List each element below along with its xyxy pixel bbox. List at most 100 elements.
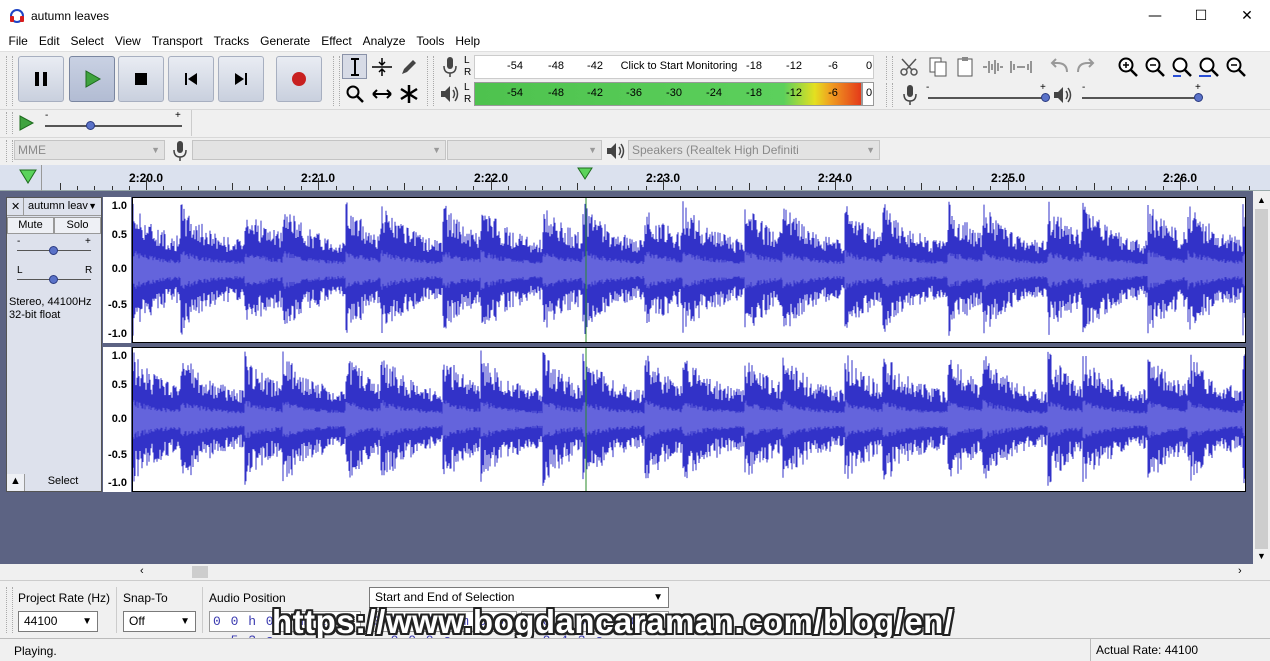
pause-button[interactable] — [18, 56, 64, 102]
track-info: Stereo, 44100Hz 32-bit float — [9, 296, 92, 321]
cut-button[interactable] — [897, 54, 922, 79]
scroll-down-icon[interactable]: ▼ — [1257, 551, 1266, 561]
track-control-panel[interactable]: ✕ autumn leav ▼ Mute Solo - + L R Stereo… — [6, 197, 102, 492]
menu-tools[interactable]: Tools — [411, 34, 450, 48]
microphone-icon — [442, 56, 457, 77]
horizontal-scrollbar[interactable]: ‹ › — [132, 564, 1253, 580]
zoom-tool[interactable] — [342, 81, 367, 106]
zoom-toggle-button[interactable] — [1223, 54, 1248, 79]
mixer-grip[interactable] — [886, 83, 893, 107]
draw-tool[interactable] — [396, 54, 421, 79]
ruler-tick — [507, 186, 509, 190]
menu-effect[interactable]: Effect — [316, 34, 357, 48]
multi-tool[interactable] — [396, 81, 421, 106]
recording-volume-thumb[interactable] — [1041, 93, 1050, 102]
play-speed-grip[interactable] — [6, 112, 13, 134]
paste-button[interactable] — [952, 54, 977, 79]
vertical-scrollbar[interactable]: ▲ ▼ — [1253, 191, 1270, 564]
ruler-tick — [766, 186, 768, 190]
recording-volume-icon-button — [897, 82, 922, 107]
time-shift-tool[interactable] — [369, 81, 394, 106]
zoom-in-button[interactable] — [1115, 54, 1140, 79]
copy-button[interactable] — [925, 54, 950, 79]
timeline-ruler[interactable]: 2:20.0 2:21.0 2:22.0 2:23.0 2:24.0 2:25.… — [0, 165, 1270, 191]
snap-to-select[interactable]: Off ▼ — [123, 611, 196, 632]
playback-device-select[interactable]: Speakers (Realtek High Definiti ▼ — [628, 140, 880, 160]
menu-edit[interactable]: Edit — [33, 34, 65, 48]
recording-volume-slider[interactable] — [928, 97, 1046, 99]
meter-grip[interactable] — [427, 56, 434, 106]
play-meter-button[interactable] — [437, 81, 462, 106]
waveform-left-channel[interactable] — [132, 197, 1246, 343]
ruler-tick — [1076, 186, 1078, 190]
record-meter-button[interactable] — [437, 54, 462, 79]
play-at-speed-button[interactable] — [13, 110, 38, 135]
silence-button[interactable] — [1008, 54, 1033, 79]
fit-project-button[interactable] — [1196, 54, 1221, 79]
zoom-out-button[interactable] — [1142, 54, 1167, 79]
play-button[interactable] — [69, 56, 115, 102]
status-bar: Playing. Actual Rate: 44100 — [0, 638, 1270, 661]
trim-button[interactable] — [980, 54, 1005, 79]
selection-grip[interactable] — [6, 587, 13, 633]
selection-tool[interactable] — [342, 54, 367, 79]
undo-button[interactable] — [1046, 54, 1071, 79]
menu-help[interactable]: Help — [450, 34, 486, 48]
project-rate-select[interactable]: 44100 ▼ — [18, 611, 98, 632]
maximize-button[interactable]: ☐ — [1178, 0, 1224, 31]
menu-file[interactable]: File — [3, 34, 33, 48]
minimize-button[interactable]: — — [1132, 0, 1178, 31]
toolbar-grip[interactable] — [6, 56, 13, 106]
ruler-tick — [1248, 186, 1250, 190]
ruler-tick — [990, 186, 992, 190]
play-speed-thumb[interactable] — [86, 121, 95, 130]
menu-select[interactable]: Select — [65, 34, 109, 48]
skip-to-start-button[interactable] — [168, 56, 214, 102]
horizontal-scroll-thumb[interactable] — [192, 566, 208, 578]
solo-button[interactable]: Solo — [54, 217, 101, 234]
ruler-tick — [697, 186, 699, 190]
scroll-left-icon[interactable]: ‹ — [140, 565, 144, 577]
track-close-button[interactable]: ✕ — [11, 200, 20, 213]
scroll-up-icon[interactable]: ▲ — [1257, 195, 1266, 205]
ruler-tick — [490, 178, 492, 190]
scroll-right-icon[interactable]: › — [1238, 565, 1242, 577]
mute-button[interactable]: Mute — [7, 217, 54, 234]
menu-tracks[interactable]: Tracks — [208, 34, 255, 48]
ruler-tick — [1042, 186, 1043, 190]
double-arrow-icon — [371, 88, 392, 99]
ruler-tick — [352, 186, 354, 190]
menu-analyze[interactable]: Analyze — [357, 34, 411, 48]
select-track-button[interactable]: Select — [25, 474, 101, 491]
waveform-right-channel[interactable] — [132, 347, 1246, 492]
skip-to-end-button[interactable] — [218, 56, 264, 102]
fit-selection-button[interactable] — [1169, 54, 1194, 79]
menu-transport[interactable]: Transport — [146, 34, 208, 48]
device-grip[interactable] — [6, 140, 13, 162]
menu-generate[interactable]: Generate — [255, 34, 316, 48]
chevron-down-icon: ▼ — [588, 145, 597, 155]
envelope-tool[interactable] — [369, 54, 394, 79]
magnifier-icon — [346, 85, 364, 103]
track-name-menu[interactable]: autumn leav ▼ — [23, 198, 99, 215]
playback-volume-slider[interactable] — [1082, 97, 1200, 99]
recording-channels-select[interactable]: ▼ — [447, 140, 602, 160]
stop-button[interactable] — [118, 56, 164, 102]
vertical-scroll-thumb[interactable] — [1255, 209, 1268, 549]
menu-view[interactable]: View — [109, 34, 146, 48]
pan-thumb[interactable] — [49, 275, 58, 284]
record-button[interactable] — [276, 56, 322, 102]
ruler-tick — [214, 186, 216, 190]
gain-thumb[interactable] — [49, 246, 58, 255]
close-button[interactable]: ✕ — [1224, 0, 1270, 31]
recording-device-select[interactable]: ▼ — [192, 140, 446, 160]
play-speed-slider[interactable] — [45, 125, 182, 127]
ruler-tick — [1214, 186, 1216, 190]
tools-grip[interactable] — [333, 56, 340, 106]
playback-volume-thumb[interactable] — [1194, 93, 1203, 102]
audio-host-select[interactable]: MME ▼ — [14, 140, 165, 160]
monitoring-hint[interactable]: Click to Start Monitoring — [621, 60, 738, 72]
collapse-track-button[interactable]: ▲ — [7, 474, 25, 491]
edit-grip[interactable] — [886, 56, 893, 80]
redo-button[interactable] — [1073, 54, 1098, 79]
